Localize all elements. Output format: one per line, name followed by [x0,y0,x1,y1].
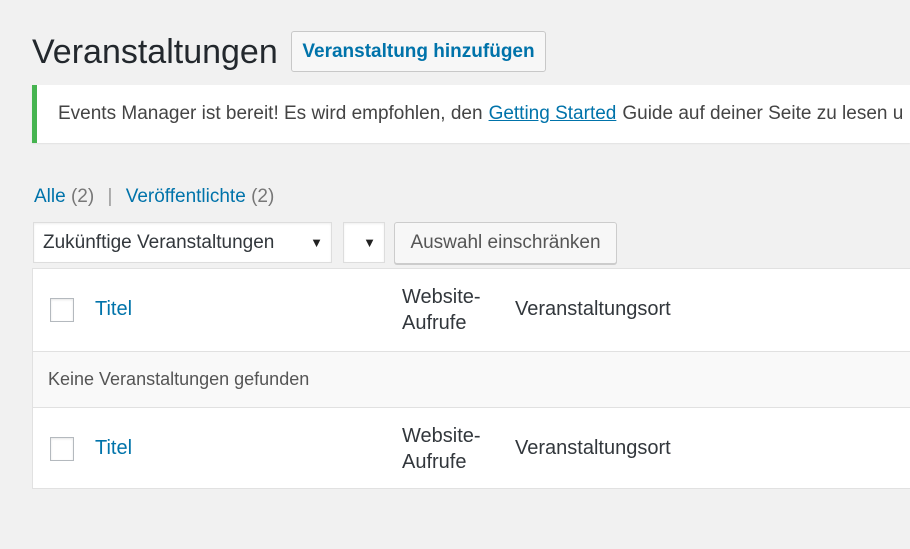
apply-filter-button[interactable]: Auswahl einschränken [394,222,617,264]
column-views-line2-footer: Aufrufe [402,451,467,473]
view-all-count: (2) [70,186,95,207]
column-title[interactable]: Titel [95,298,132,321]
table-header-row: Titel Website- Aufrufe Veranstaltungsort [33,269,910,352]
category-select[interactable]: ▼ [343,222,385,263]
notice-banner: Events Manager ist bereit! Es wird empfo… [32,85,910,143]
column-views-footer: Website- Aufrufe [402,423,512,475]
table-empty-row: Keine Veranstaltungen gefunden [33,352,910,408]
dropdown-arrow-icon: ▼ [310,235,323,250]
view-published-link[interactable]: Veröffentlichte [126,186,246,207]
view-all-link[interactable]: Alle [34,186,66,207]
column-location-footer: Veranstaltungsort [515,437,671,459]
view-separator: | [107,186,113,207]
view-filters: Alle (2) | Veröffentlichte (2) [34,186,274,208]
scope-select-value: Zukünftige Veranstaltungen [43,231,275,253]
column-views-line1: Website- [402,286,481,308]
column-title-footer[interactable]: Titel [95,437,132,460]
add-event-button[interactable]: Veranstaltung hinzufügen [291,31,546,72]
view-published-count: (2) [251,186,275,207]
table-footer-row: Titel Website- Aufrufe Veranstaltungsort [33,408,910,490]
scope-select[interactable]: Zukünftige Veranstaltungen ▼ [33,222,332,263]
select-all-checkbox[interactable] [50,298,74,322]
notice-text-after: Guide auf deiner Seite zu lesen u [622,103,904,124]
column-location: Veranstaltungsort [515,298,671,320]
select-all-checkbox-footer[interactable] [50,437,74,461]
page-title: Veranstaltungen [32,33,278,71]
column-views: Website- Aufrufe [402,284,512,336]
notice-text-before: Events Manager ist bereit! Es wird empfo… [58,103,483,124]
events-table: Titel Website- Aufrufe Veranstaltungsort… [32,268,910,489]
column-views-line1-footer: Website- [402,425,481,447]
getting-started-link[interactable]: Getting Started [489,103,617,125]
column-views-line2: Aufrufe [402,312,467,334]
dropdown-arrow-icon: ▼ [363,235,376,250]
empty-message: Keine Veranstaltungen gefunden [48,369,310,389]
